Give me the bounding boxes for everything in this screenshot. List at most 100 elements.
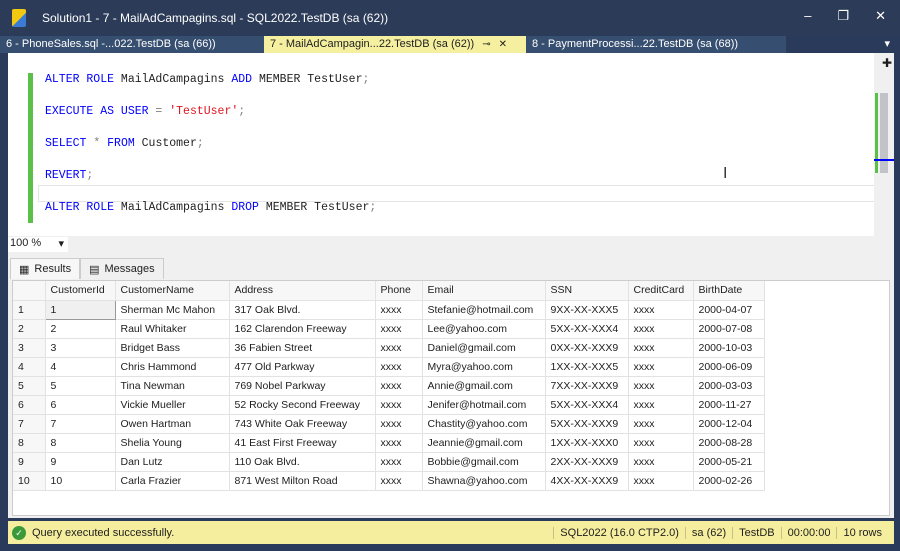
cell-phone[interactable]: xxxx [375, 452, 423, 472]
pin-icon[interactable]: ⊸ [482, 39, 490, 50]
minimize-button[interactable]: – [804, 8, 811, 24]
split-icon[interactable]: ✚ [882, 56, 892, 70]
cell-address[interactable]: 477 Old Parkway [229, 357, 376, 377]
maximize-button[interactable]: ❐ [837, 8, 849, 24]
cell-creditcard[interactable]: xxxx [628, 300, 694, 320]
cell-birthdate[interactable]: 2000-10-03 [693, 338, 765, 358]
cell-birthdate[interactable]: 2000-07-08 [693, 319, 765, 339]
cell-customername[interactable]: Dan Lutz [115, 452, 230, 472]
cell-address[interactable]: 769 Nobel Parkway [229, 376, 376, 396]
table-row[interactable]: 6 6 Vickie Mueller 52 Rocky Second Freeway x… [13, 395, 765, 415]
cell-birthdate[interactable]: 2000-03-03 [693, 376, 765, 396]
cell-customername[interactable]: Sherman Mc Mahon [115, 300, 230, 320]
query-editor[interactable]: ALTER ROLE MailAdCampagins ADD MEMBER Te… [8, 53, 894, 236]
table-row[interactable]: 1 1 Sherman Mc Mahon 317 Oak Blvd. xxxx Stefa… [13, 299, 765, 320]
cell-ssn[interactable]: 7XX-XX-XXX9 [545, 376, 629, 396]
column-header[interactable]: BirthDate [693, 281, 765, 301]
cell-customerid[interactable]: 4 [45, 357, 116, 377]
tab-mailadcampagins[interactable]: 7 - MailAdCampagin...22.TestDB (sa (62))… [264, 36, 526, 53]
cell-birthdate[interactable]: 2000-02-26 [693, 471, 765, 491]
cell-birthdate[interactable]: 2000-11-27 [693, 395, 765, 415]
sql-code[interactable]: ALTER ROLE MailAdCampagins ADD MEMBER Te… [45, 73, 376, 233]
cell-address[interactable]: 162 Clarendon Freeway [229, 319, 376, 339]
cell-customerid[interactable]: 9 [45, 452, 116, 472]
table-row[interactable]: 9 9 Dan Lutz 110 Oak Blvd. xxxx Bobbie@gmail.… [13, 452, 765, 472]
results-grid[interactable]: CustomerId CustomerName Address Phone Email S… [12, 280, 890, 516]
cell-customername[interactable]: Owen Hartman [115, 414, 230, 434]
tab-overflow-icon[interactable]: ▾ [884, 37, 890, 50]
row-number[interactable]: 4 [13, 357, 46, 377]
cell-email[interactable]: Jeannie@gmail.com [422, 433, 546, 453]
row-number[interactable]: 2 [13, 319, 46, 339]
close-button[interactable]: ✕ [875, 8, 886, 24]
row-number[interactable]: 7 [13, 414, 46, 434]
cell-ssn[interactable]: 4XX-XX-XXX9 [545, 471, 629, 491]
row-number[interactable]: 3 [13, 338, 46, 358]
cell-phone[interactable]: xxxx [375, 414, 423, 434]
cell-email[interactable]: Lee@yahoo.com [422, 319, 546, 339]
cell-ssn[interactable]: 0XX-XX-XXX9 [545, 338, 629, 358]
row-number[interactable]: 5 [13, 376, 46, 396]
cell-creditcard[interactable]: xxxx [628, 357, 694, 377]
cell-birthdate[interactable]: 2000-04-07 [693, 300, 765, 320]
cell-customername[interactable]: Chris Hammond [115, 357, 230, 377]
cell-customername[interactable]: Tina Newman [115, 376, 230, 396]
cell-phone[interactable]: xxxx [375, 300, 423, 320]
cell-phone[interactable]: xxxx [375, 357, 423, 377]
editor-vertical-scrollbar[interactable]: ✚ [874, 53, 894, 236]
column-header[interactable]: CustomerName [115, 281, 230, 301]
tab-results[interactable]: ▦ Results [10, 258, 81, 279]
cell-birthdate[interactable]: 2000-08-28 [693, 433, 765, 453]
cell-customerid[interactable]: 10 [45, 471, 116, 491]
row-number[interactable]: 6 [13, 395, 46, 415]
table-row[interactable]: 5 5 Tina Newman 769 Nobel Parkway xxxx Annie@… [13, 376, 765, 396]
cell-creditcard[interactable]: xxxx [628, 452, 694, 472]
cell-email[interactable]: Bobbie@gmail.com [422, 452, 546, 472]
cell-birthdate[interactable]: 2000-12-04 [693, 414, 765, 434]
cell-email[interactable]: Chastity@yahoo.com [422, 414, 546, 434]
table-row[interactable]: 10 10 Carla Frazier 871 West Milton Road xxx… [13, 471, 765, 491]
cell-customername[interactable]: Shelia Young [115, 433, 230, 453]
row-number[interactable]: 9 [13, 452, 46, 472]
cell-customerid[interactable]: 1 [44, 299, 116, 320]
cell-email[interactable]: Stefanie@hotmail.com [422, 300, 546, 320]
table-row[interactable]: 2 2 Raul Whitaker 162 Clarendon Freeway xxxx… [13, 319, 765, 339]
cell-phone[interactable]: xxxx [375, 395, 423, 415]
tab-paymentprocessing[interactable]: 8 - PaymentProcessi...22.TestDB (sa (68)… [526, 36, 786, 53]
cell-email[interactable]: Shawna@yahoo.com [422, 471, 546, 491]
table-row[interactable]: 4 4 Chris Hammond 477 Old Parkway xxxx Myra@y… [13, 357, 765, 377]
cell-customername[interactable]: Carla Frazier [115, 471, 230, 491]
cell-creditcard[interactable]: xxxx [628, 338, 694, 358]
cell-address[interactable]: 871 West Milton Road [229, 471, 376, 491]
cell-email[interactable]: Daniel@gmail.com [422, 338, 546, 358]
cell-ssn[interactable]: 2XX-XX-XXX9 [545, 452, 629, 472]
column-header[interactable]: SSN [545, 281, 629, 301]
cell-customername[interactable]: Raul Whitaker [115, 319, 230, 339]
row-number[interactable]: 8 [13, 433, 46, 453]
cell-customername[interactable]: Vickie Mueller [115, 395, 230, 415]
table-row[interactable]: 7 7 Owen Hartman 743 White Oak Freeway xxxx C… [13, 414, 765, 434]
column-header[interactable]: CustomerId [45, 281, 116, 301]
cell-creditcard[interactable]: xxxx [628, 414, 694, 434]
row-number[interactable]: 1 [13, 300, 46, 320]
cell-customerid[interactable]: 3 [45, 338, 116, 358]
cell-phone[interactable]: xxxx [375, 433, 423, 453]
cell-customername[interactable]: Bridget Bass [115, 338, 230, 358]
cell-address[interactable]: 52 Rocky Second Freeway [229, 395, 376, 415]
close-tab-icon[interactable]: ✕ [499, 39, 507, 50]
cell-address[interactable]: 41 East First Freeway [229, 433, 376, 453]
cell-birthdate[interactable]: 2000-06-09 [693, 357, 765, 377]
cell-customerid[interactable]: 7 [45, 414, 116, 434]
cell-customerid[interactable]: 8 [45, 433, 116, 453]
column-header[interactable]: Phone [375, 281, 423, 301]
cell-birthdate[interactable]: 2000-05-21 [693, 452, 765, 472]
cell-email[interactable]: Annie@gmail.com [422, 376, 546, 396]
cell-ssn[interactable]: 5XX-XX-XXX9 [545, 414, 629, 434]
cell-email[interactable]: Myra@yahoo.com [422, 357, 546, 377]
cell-phone[interactable]: xxxx [375, 338, 423, 358]
cell-creditcard[interactable]: xxxx [628, 471, 694, 491]
cell-customerid[interactable]: 5 [45, 376, 116, 396]
column-header[interactable]: Email [422, 281, 546, 301]
cell-ssn[interactable]: 9XX-XX-XXX5 [545, 300, 629, 320]
tab-messages[interactable]: ▤ Messages [80, 258, 164, 279]
